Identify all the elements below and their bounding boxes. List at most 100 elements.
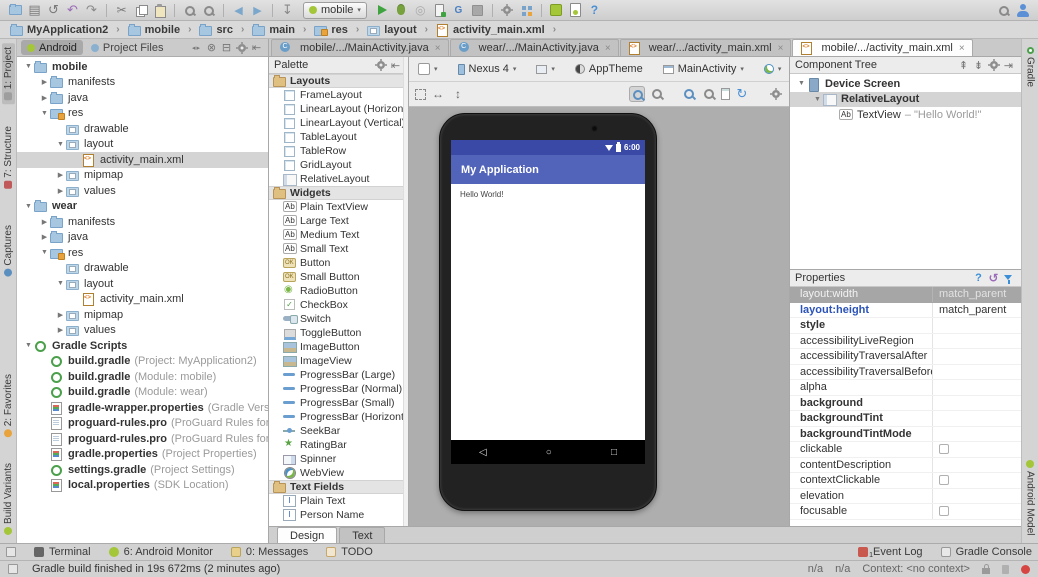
expand-arrow-icon[interactable]: ▶ [39,78,50,86]
match-width-icon[interactable]: ↔ [430,87,446,101]
activity-selector[interactable]: MainActivity ▾ [660,61,747,77]
palette-item[interactable]: Button [269,256,408,270]
editor-tab[interactable]: mobile/.../MainActivity.java [271,39,449,56]
gear-icon[interactable] [986,58,1001,73]
collapse-tree-icon[interactable] [971,58,986,73]
user-icon[interactable] [1014,2,1031,19]
tree-item[interactable]: settings.gradle (Project Settings) [17,462,268,478]
error-indicator-icon[interactable] [1021,564,1030,574]
palette-item[interactable]: ProgressBar (Large) [269,368,408,382]
settings-icon[interactable] [499,2,516,19]
property-row[interactable]: focusable [790,504,1021,520]
property-value[interactable] [932,473,1021,488]
expand-all-icon[interactable] [956,58,971,73]
palette-item[interactable]: ProgressBar (Horizontal) [269,410,408,424]
sep[interactable] [106,3,107,17]
property-row[interactable]: background [790,395,1021,411]
breadcrumb-item[interactable]: src › [197,24,250,36]
palette-item[interactable]: Layouts [269,74,408,88]
undo-icon[interactable] [64,2,81,19]
locale-selector[interactable]: ▾ [761,62,785,76]
avd-manager-icon[interactable] [567,2,584,19]
property-value[interactable] [932,504,1021,519]
memory-icon[interactable] [1002,564,1009,574]
property-value[interactable] [932,395,1021,410]
coverage-icon[interactable] [412,2,429,19]
tree-item[interactable]: proguard-rules.pro (ProGuard Rules for w… [17,431,268,447]
forward-icon[interactable] [249,2,266,19]
tree-item[interactable]: proguard-rules.pro (ProGuard Rules for m… [17,416,268,432]
tree-item[interactable]: ▶ manifests [17,214,268,230]
breadcrumb-item[interactable]: mobile › [126,24,198,36]
tool-window-button[interactable]: 7: Structure [2,122,15,193]
zoom-fit-icon[interactable] [629,86,645,102]
tree-item[interactable]: build.gradle (Project: MyApplication2) [17,354,268,370]
property-value[interactable] [932,426,1021,441]
cut-icon[interactable] [113,2,130,19]
property-row[interactable]: elevation [790,488,1021,504]
property-row[interactable]: accessibilityTraversalAfter [790,349,1021,365]
tree-item[interactable]: ▼ res [17,106,268,122]
property-row[interactable]: accessibilityLiveRegion [790,333,1021,349]
tree-item[interactable]: ▶ java [17,90,268,106]
window-toggle-icon[interactable] [6,547,16,557]
preview-doc-icon[interactable] [721,88,730,100]
device-screen[interactable]: 6:00 My Application Hello World! ◁ ○ □ [451,140,645,464]
checkbox[interactable] [939,475,949,486]
sep[interactable] [223,3,224,17]
expand-arrow-icon[interactable]: ▼ [23,63,34,70]
fit-screen-icon[interactable] [415,88,426,100]
property-row[interactable]: contextClickable [790,473,1021,489]
attach-debugger-icon[interactable] [450,2,467,19]
mode-tab[interactable]: Design [277,527,338,543]
property-row[interactable]: style [790,318,1021,334]
tool-window-button[interactable]: Event Log [858,546,923,559]
compile-icon[interactable] [279,2,296,19]
expand-arrow-icon[interactable]: ▶ [55,171,66,179]
hello-world-textview[interactable]: Hello World! [451,184,512,205]
palette-item[interactable]: Small Button [269,270,408,284]
palette-item[interactable]: RelativeLayout [269,172,408,186]
tree-item[interactable]: ▼ Gradle Scripts [17,338,268,354]
copy-icon[interactable] [132,2,149,19]
mode-tab[interactable]: Text [339,527,386,543]
palette-item[interactable]: Plain Text [269,494,408,508]
sep[interactable] [540,3,542,17]
property-value[interactable] [932,318,1021,333]
dock-left-icon[interactable] [249,40,264,55]
expand-arrow-icon[interactable]: ▼ [55,141,66,148]
dock-right-icon[interactable] [1001,58,1016,73]
property-row[interactable]: clickable [790,442,1021,458]
help-icon[interactable] [586,2,603,19]
property-row[interactable]: alpha [790,380,1021,396]
palette-item[interactable]: CheckBox [269,298,408,312]
palette-item[interactable]: FrameLayout [269,88,408,102]
nav-arrows-icon[interactable] [189,40,204,55]
tree-item[interactable]: ▼ mobile [17,59,268,75]
tool-window-button[interactable]: 0: Messages [230,546,308,558]
run-icon[interactable] [374,2,391,19]
sep[interactable] [174,3,175,17]
tool-window-button[interactable]: Android Model [1024,456,1037,539]
palette-item[interactable]: WebView [269,466,408,480]
breadcrumb-item[interactable]: MyApplication2 › [8,24,126,36]
property-value[interactable] [932,457,1021,472]
palette-item[interactable]: ProgressBar (Small) [269,396,408,410]
property-row[interactable]: accessibilityTraversalBefore [790,364,1021,380]
toggle-toolbuttons-icon[interactable] [8,564,18,574]
tool-window-button[interactable]: TODO [326,546,373,558]
close-icon[interactable] [959,43,965,54]
gear-icon[interactable] [768,87,783,102]
tree-item[interactable]: ▼ layout [17,276,268,292]
component-tree-item[interactable]: ▼ RelativeLayout [790,91,1021,107]
sdk-manager-icon[interactable] [548,2,565,19]
property-value[interactable]: match_parent [932,302,1021,317]
palette-item[interactable]: LinearLayout (Horizontal) [269,102,408,116]
sync-icon[interactable] [45,2,62,19]
checkbox[interactable] [939,444,949,455]
redo-icon[interactable] [83,2,100,19]
debug-icon[interactable] [393,2,410,19]
search-icon[interactable] [995,2,1012,19]
theme-selector[interactable]: AppTheme [572,61,646,77]
tree-item[interactable]: ▶ values [17,323,268,339]
